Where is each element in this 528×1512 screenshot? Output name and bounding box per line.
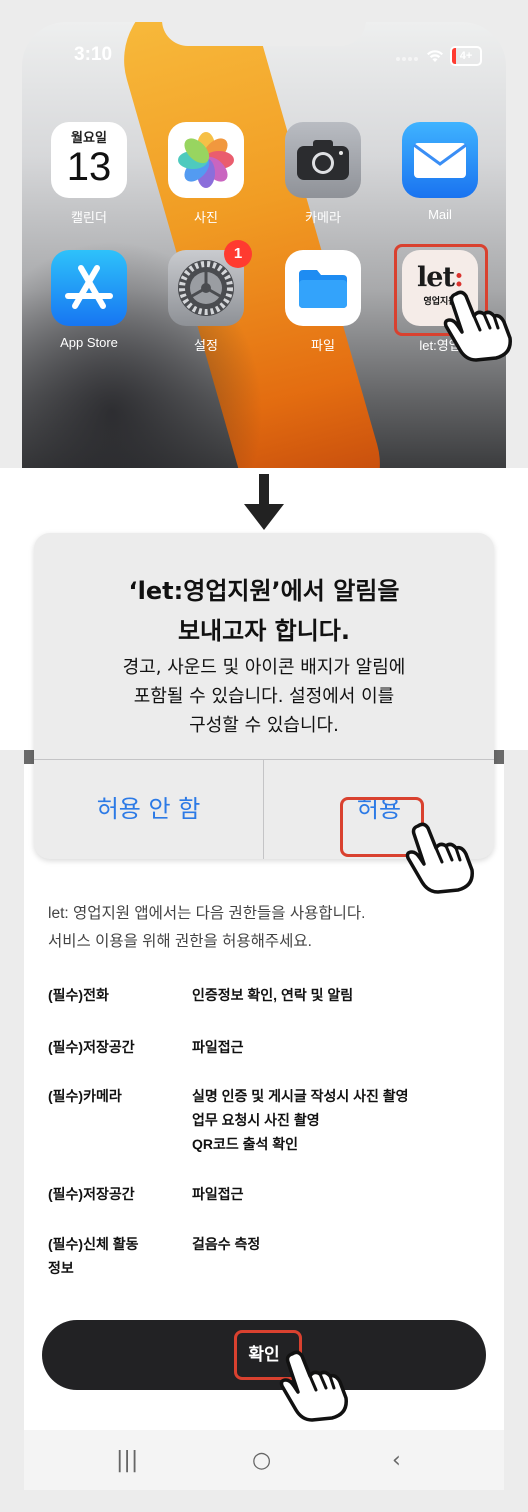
app-label: 사진	[194, 210, 218, 225]
notification-permission-alert: ‘let:영업지원’에서 알림을 보내고자 합니다. 경고, 사운드 및 아이콘…	[34, 533, 494, 859]
permission-desc: 인증정보 확인, 연락 및 알림	[192, 987, 354, 1003]
photos-icon	[168, 122, 244, 198]
permission-desc: QR코드 출석 확인	[192, 1136, 299, 1152]
permission-desc-list: 실명 인증 및 게시글 작성시 사진 촬영 업무 요청시 사진 촬영 QR코드 …	[192, 1084, 482, 1156]
wifi-icon	[427, 50, 443, 62]
permission-name: 정보	[48, 1260, 74, 1276]
notification-badge: 1	[224, 240, 252, 268]
alert-message-line: 포함될 수 있습니다. 설정에서 이를	[133, 686, 395, 707]
mail-icon	[402, 122, 478, 198]
pointing-hand-icon	[443, 290, 512, 362]
arrow-down-icon	[244, 474, 284, 530]
app-files[interactable]: 파일	[279, 250, 367, 354]
calendar-icon: 월요일 13	[51, 122, 127, 198]
app-mail[interactable]: Mail	[396, 122, 484, 222]
permission-name: (필수)전화	[48, 987, 109, 1003]
app-app-store[interactable]: App Store	[45, 250, 133, 350]
permission-name-multiline: (필수)신체 활동 정보	[48, 1232, 178, 1280]
permission-desc: 업무 요청시 사진 촬영	[192, 1112, 320, 1128]
settings-gear-icon: 1	[168, 240, 252, 326]
recents-icon[interactable]: |||	[116, 1448, 138, 1473]
home-screen-phone: 3:10 4+ 월요일 13 캘린더 사진 카메라 Mail App Store…	[0, 0, 528, 468]
intro-line: 서비스 이용을 위해 권한을 허용해주세요.	[48, 933, 312, 950]
alert-title: ‘let:영업지원’에서 알림을 보내고자 합니다.	[34, 571, 494, 651]
app-store-icon	[51, 250, 127, 326]
calendar-date: 13	[66, 145, 112, 189]
app-camera[interactable]: 카메라	[279, 122, 367, 226]
app-label: 캘린더	[71, 210, 107, 225]
deny-button[interactable]: 허용 안 함	[34, 760, 263, 859]
permission-desc: 실명 인증 및 게시글 작성시 사진 촬영	[192, 1088, 409, 1104]
calendar-day: 월요일	[71, 130, 107, 145]
permission-name: (필수)신체 활동	[48, 1236, 139, 1252]
app-settings[interactable]: 1 설정	[162, 240, 252, 354]
permission-desc: 파일접근	[192, 1039, 244, 1055]
alert-title-line: ‘let:영업지원’에서 알림을	[128, 577, 400, 605]
camera-icon	[285, 122, 361, 198]
permission-name: (필수)카메라	[48, 1088, 122, 1104]
app-label: Mail	[428, 207, 452, 222]
permissions-intro: let: 영업지원 앱에서는 다음 권한들을 사용합니다. 서비스 이용을 위해…	[48, 900, 468, 956]
permission-desc: 걸음수 측정	[192, 1236, 261, 1252]
back-icon[interactable]: ‹	[392, 1448, 401, 1473]
permission-name: (필수)저장공간	[48, 1186, 135, 1202]
cellular-signal-icon	[396, 49, 420, 64]
status-icons: 4+	[396, 46, 482, 66]
app-label: 카메라	[305, 210, 341, 225]
alert-message-line: 경고, 사운드 및 아이콘 배지가 알림에	[122, 657, 406, 678]
alert-message: 경고, 사운드 및 아이콘 배지가 알림에 포함될 수 있습니다. 설정에서 이…	[34, 653, 494, 740]
notch	[162, 0, 366, 46]
app-label: App Store	[60, 335, 118, 350]
permission-name: (필수)저장공간	[48, 1039, 135, 1055]
permission-desc: 파일접근	[192, 1186, 244, 1202]
app-photos[interactable]: 사진	[162, 122, 250, 226]
app-label: 설정	[194, 338, 218, 353]
battery-icon: 4+	[450, 46, 482, 66]
status-time: 3:10	[74, 44, 113, 65]
pointing-hand-icon	[405, 822, 474, 894]
pointing-hand-icon	[279, 1350, 348, 1422]
app-label: 파일	[311, 338, 335, 353]
app-calendar[interactable]: 월요일 13 캘린더	[45, 122, 133, 226]
alert-title-line: 보내고자 합니다.	[177, 617, 351, 645]
intro-line: let: 영업지원 앱에서는 다음 권한들을 사용합니다.	[48, 905, 366, 922]
alert-message-line: 구성할 수 있습니다.	[189, 715, 339, 736]
home-icon[interactable]: ○	[252, 1448, 271, 1473]
folder-icon	[285, 250, 361, 326]
